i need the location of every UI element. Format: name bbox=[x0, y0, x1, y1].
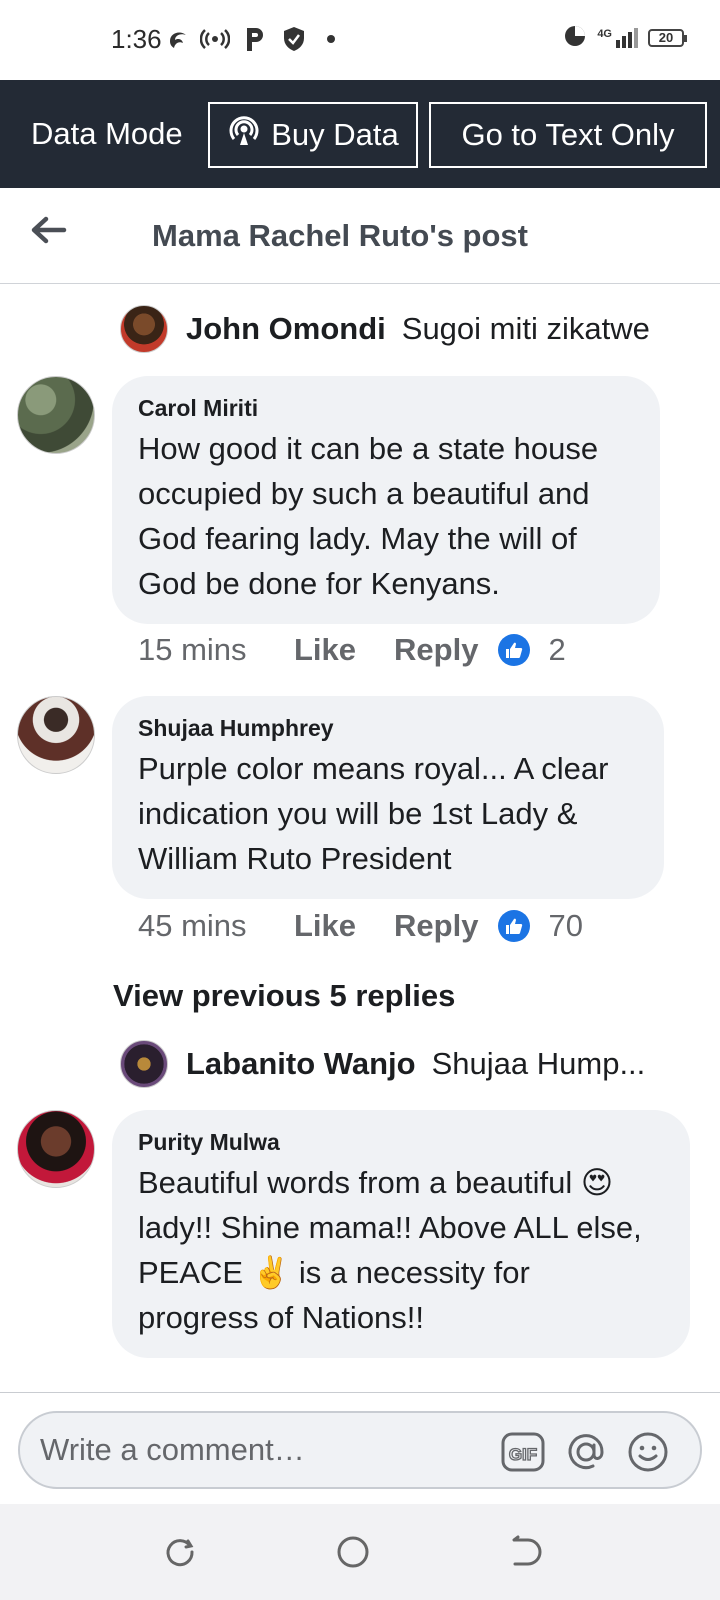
comment-meta: 15 mins Like Reply 2 bbox=[138, 632, 566, 668]
avatar[interactable] bbox=[17, 696, 95, 774]
mention-icon[interactable] bbox=[563, 1429, 609, 1475]
comment-time: 45 mins bbox=[138, 908, 247, 943]
network-type: 4G bbox=[597, 27, 612, 40]
comment-author[interactable]: Carol Miriti bbox=[138, 394, 634, 422]
dot-icon bbox=[326, 22, 336, 56]
recent-apps-icon[interactable] bbox=[162, 1534, 198, 1570]
data-mode-label: Data Mode bbox=[31, 116, 183, 151]
comment-author[interactable]: Shujaa Humphrey bbox=[138, 714, 638, 742]
comment-line: Purple color means royal... A clear bbox=[138, 751, 609, 786]
thumbs-up-icon bbox=[498, 634, 531, 666]
comment-text: Beautiful words from a beautiful 😍 lady!… bbox=[138, 1160, 664, 1340]
signal-icon: 4G bbox=[597, 27, 638, 48]
comment-author[interactable]: Purity Mulwa bbox=[138, 1128, 664, 1156]
status-time: 1:36 bbox=[111, 24, 162, 54]
comment-bubble: Purity Mulwa Beautiful words from a beau… bbox=[112, 1110, 690, 1358]
swirl-icon bbox=[166, 22, 190, 56]
reaction-count[interactable]: 2 bbox=[548, 632, 565, 668]
back-nav-icon[interactable] bbox=[506, 1534, 542, 1570]
comment-line: How good it can be a state house bbox=[138, 431, 599, 466]
comment-line: God fearing lady. May the will of bbox=[138, 521, 577, 556]
comment-text: How good it can be a state house occupie… bbox=[138, 426, 634, 606]
comment-line: progress of Nations!! bbox=[138, 1300, 425, 1335]
gif-icon[interactable]: GIF bbox=[500, 1429, 546, 1475]
emoji-icon[interactable] bbox=[625, 1429, 671, 1475]
avatar[interactable] bbox=[120, 305, 168, 353]
reply-text: Shujaa Hump... bbox=[431, 1046, 646, 1081]
shield-icon bbox=[282, 22, 306, 56]
comment-line: William Ruto President bbox=[138, 841, 452, 876]
thumbs-up-icon bbox=[498, 910, 531, 942]
comment-line: PEACE ✌️ is a necessity for bbox=[138, 1255, 530, 1290]
system-nav-bar bbox=[0, 1504, 720, 1600]
comment-text: Purple color means royal... A clear indi… bbox=[138, 746, 638, 881]
post-header: Mama Rachel Ruto's post bbox=[0, 188, 720, 284]
avatar[interactable] bbox=[120, 1040, 168, 1088]
like-button[interactable]: Like bbox=[294, 632, 356, 668]
back-arrow-icon[interactable] bbox=[28, 210, 68, 250]
status-right: 4G 20 bbox=[563, 24, 687, 51]
data-mode-bar: Data Mode Buy Data Go to Text Only bbox=[0, 80, 720, 188]
comment-line: indication you will be 1st Lady & bbox=[138, 796, 578, 831]
svg-text:GIF: GIF bbox=[509, 1445, 537, 1464]
broadcast-icon bbox=[227, 114, 261, 156]
avatar[interactable] bbox=[17, 1110, 95, 1188]
podcast-icon bbox=[200, 22, 230, 56]
home-icon[interactable] bbox=[335, 1534, 371, 1570]
data-saver-icon bbox=[563, 24, 587, 51]
comment-input-wrapper[interactable]: GIF bbox=[18, 1411, 702, 1489]
go-to-text-only-button[interactable]: Go to Text Only bbox=[429, 102, 707, 168]
comment-bubble: Carol Miriti How good it can be a state … bbox=[112, 376, 660, 624]
like-button[interactable]: Like bbox=[294, 908, 356, 944]
reply-button[interactable]: Reply bbox=[394, 908, 478, 944]
comment-line: occupied by such a beautiful and bbox=[138, 476, 590, 511]
comment-line: God be done for Kenyans. bbox=[138, 566, 500, 601]
reply-author[interactable]: Labanito Wanjo bbox=[186, 1046, 416, 1082]
p-icon bbox=[244, 22, 266, 56]
buy-data-button[interactable]: Buy Data bbox=[208, 102, 418, 168]
reply-preview[interactable]: John Omondi Sugoi miti zikatwe bbox=[120, 305, 710, 353]
comment-input[interactable] bbox=[40, 1427, 500, 1473]
comment-line: lady!! Shine mama!! Above ALL else, bbox=[138, 1210, 642, 1245]
reaction-count[interactable]: 70 bbox=[548, 908, 582, 944]
battery-indicator: 20 bbox=[648, 28, 687, 47]
buy-data-label: Buy Data bbox=[271, 117, 399, 152]
comment-composer: GIF bbox=[0, 1392, 720, 1504]
view-previous-replies-link[interactable]: View previous 5 replies bbox=[113, 978, 455, 1014]
avatar[interactable] bbox=[17, 376, 95, 454]
comment-time: 15 mins bbox=[138, 632, 247, 667]
page-title: Mama Rachel Ruto's post bbox=[152, 218, 528, 253]
comment-line: Beautiful words from a beautiful 😍 bbox=[138, 1165, 614, 1200]
comment-bubble: Shujaa Humphrey Purple color means royal… bbox=[112, 696, 664, 899]
reply-text: Sugoi miti zikatwe bbox=[401, 311, 650, 346]
comment-meta: 45 mins Like Reply 70 bbox=[138, 908, 583, 944]
reply-author[interactable]: John Omondi bbox=[186, 311, 386, 347]
reply-preview[interactable]: Labanito Wanjo Shujaa Hump... bbox=[120, 1040, 710, 1088]
status-bar: 1:36 4G 20 bbox=[0, 0, 720, 80]
reply-button[interactable]: Reply bbox=[394, 632, 478, 668]
